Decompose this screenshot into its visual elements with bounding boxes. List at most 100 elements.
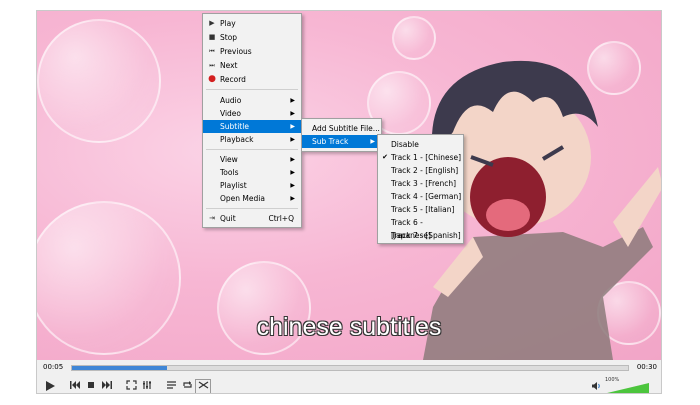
menu-item-previous[interactable]: ⏮ Previous [203, 45, 301, 58]
volume-slider[interactable]: 100% [603, 377, 649, 393]
play-button[interactable] [41, 377, 59, 393]
menu-item-track[interactable]: Track 4 - [German] [378, 190, 463, 203]
seek-progress [72, 366, 167, 370]
menu-item-label: Stop [220, 33, 238, 42]
menu-separator [206, 89, 298, 90]
play-icon [46, 381, 55, 391]
total-time: 00:30 [636, 363, 657, 371]
submenu-arrow-icon: ▶ [370, 138, 375, 145]
menu-item-video[interactable]: Video ▶ [203, 107, 301, 120]
menu-item-label: Tools [220, 168, 239, 177]
submenu-arrow-icon: ▶ [290, 123, 295, 130]
menu-item-open-media[interactable]: Open Media ▶ [203, 192, 301, 205]
submenu-arrow-icon: ▶ [290, 182, 295, 189]
menu-item-tools[interactable]: Tools ▶ [203, 166, 301, 179]
shuffle-button[interactable] [195, 379, 211, 393]
seek-row: 00:05 00:30 [37, 360, 661, 374]
controls-bar: 100% [37, 374, 661, 393]
bubble-decoration [37, 19, 161, 143]
menu-item-label: Open Media [220, 194, 265, 203]
menu-item-label: Next [220, 61, 238, 70]
shuffle-icon [198, 381, 208, 389]
next-icon: ⏭ [209, 62, 215, 69]
playlist-icon [166, 381, 176, 389]
menu-item-label: Subtitle [220, 122, 249, 131]
submenu-arrow-icon: ▶ [290, 136, 295, 143]
menu-item-label: Previous [220, 47, 252, 56]
elapsed-time: 00:05 [43, 363, 64, 371]
menu-item-label: Track 4 - [German] [391, 192, 462, 201]
menu-item-quit[interactable]: ⇥ Quit Ctrl+Q [203, 212, 301, 225]
menu-item-view[interactable]: View ▶ [203, 153, 301, 166]
menu-separator [206, 149, 298, 150]
context-menu: ▶ Play ■ Stop ⏮ Previous ⏭ Next ● Record… [202, 13, 302, 228]
subtitle-submenu: Add Subtitle File... Sub Track ▶ [301, 118, 382, 152]
menu-separator [206, 208, 298, 209]
previous-icon: ⏮ [209, 48, 215, 55]
video-area[interactable]: chinese subtitles [37, 11, 661, 360]
menu-item-label: Playlist [220, 181, 247, 190]
menu-item-stop[interactable]: ■ Stop [203, 31, 301, 44]
menu-item-label: Disable [391, 140, 419, 149]
record-icon: ● [208, 74, 216, 84]
quit-shortcut: Ctrl+Q [268, 214, 294, 223]
menu-item-label: Play [220, 19, 236, 28]
menu-item-label: Audio [220, 96, 242, 105]
menu-item-label: Sub Track [312, 137, 349, 146]
play-icon: ▶ [209, 19, 215, 27]
submenu-arrow-icon: ▶ [290, 97, 295, 104]
menu-item-play[interactable]: ▶ Play [203, 17, 301, 30]
menu-item-track[interactable]: ✔ Track 1 - [Chinese] [378, 151, 463, 164]
menu-item-label: Track 7 - [Spanish] [391, 231, 461, 240]
seek-bar[interactable] [71, 365, 629, 371]
next-button[interactable] [99, 379, 115, 393]
volume-icon[interactable] [591, 381, 601, 391]
next-icon [102, 381, 112, 389]
menu-item-sub-track[interactable]: Sub Track ▶ [302, 135, 381, 148]
playlist-button[interactable] [163, 379, 179, 393]
quit-icon: ⇥ [209, 214, 215, 222]
menu-item-label: Video [220, 109, 242, 118]
menu-item-record[interactable]: ● Record [203, 73, 301, 86]
stop-icon [88, 382, 94, 388]
fullscreen-button[interactable] [123, 379, 139, 393]
menu-item-label: Track 3 - [French] [391, 179, 457, 188]
menu-item-label: Add Subtitle File... [312, 124, 380, 133]
menu-item-label: Record [220, 75, 246, 84]
submenu-arrow-icon: ▶ [290, 169, 295, 176]
menu-item-audio[interactable]: Audio ▶ [203, 94, 301, 107]
menu-item-track[interactable]: Track 2 - [English] [378, 164, 463, 177]
media-player-window: chinese subtitles 00:05 00:30 100% [36, 10, 662, 394]
menu-item-add-subtitle-file[interactable]: Add Subtitle File... [302, 122, 381, 135]
menu-item-track[interactable]: Track 5 - [Italian] [378, 203, 463, 216]
extended-settings-button[interactable] [139, 379, 155, 393]
menu-item-label: Track 1 - [Chinese] [391, 153, 462, 162]
submenu-arrow-icon: ▶ [290, 195, 295, 202]
volume-label: 100% [605, 377, 620, 383]
previous-button[interactable] [67, 379, 83, 393]
loop-button[interactable] [179, 379, 195, 393]
fullscreen-icon [125, 380, 137, 390]
equalizer-icon [142, 381, 151, 389]
subtitle-text: chinese subtitles [256, 313, 442, 341]
menu-item-subtitle[interactable]: Subtitle ▶ [203, 120, 301, 133]
previous-icon [70, 381, 80, 389]
menu-item-track[interactable]: Track 3 - [French] [378, 177, 463, 190]
stop-button[interactable] [83, 379, 99, 393]
stop-icon: ■ [208, 33, 216, 41]
menu-item-track[interactable]: Track 6 - [Japanese] [378, 216, 463, 240]
menu-item-label: Track 5 - [Italian] [391, 205, 455, 214]
menu-item-next[interactable]: ⏭ Next [203, 59, 301, 72]
menu-item-track[interactable]: Track 7 - [Spanish] [378, 229, 463, 242]
menu-item-label: Playback [220, 135, 254, 144]
menu-item-disable[interactable]: Disable [378, 138, 463, 151]
loop-icon [182, 381, 192, 388]
submenu-arrow-icon: ▶ [290, 110, 295, 117]
menu-item-label: Track 2 - [English] [391, 166, 459, 175]
menu-item-playlist[interactable]: Playlist ▶ [203, 179, 301, 192]
checkmark-icon: ✔ [382, 153, 388, 161]
menu-item-label: Quit [220, 214, 236, 223]
menu-item-playback[interactable]: Playback ▶ [203, 133, 301, 146]
sub-track-submenu: Disable ✔ Track 1 - [Chinese] Track 2 - [E… [377, 134, 464, 244]
menu-item-label: View [220, 155, 238, 164]
